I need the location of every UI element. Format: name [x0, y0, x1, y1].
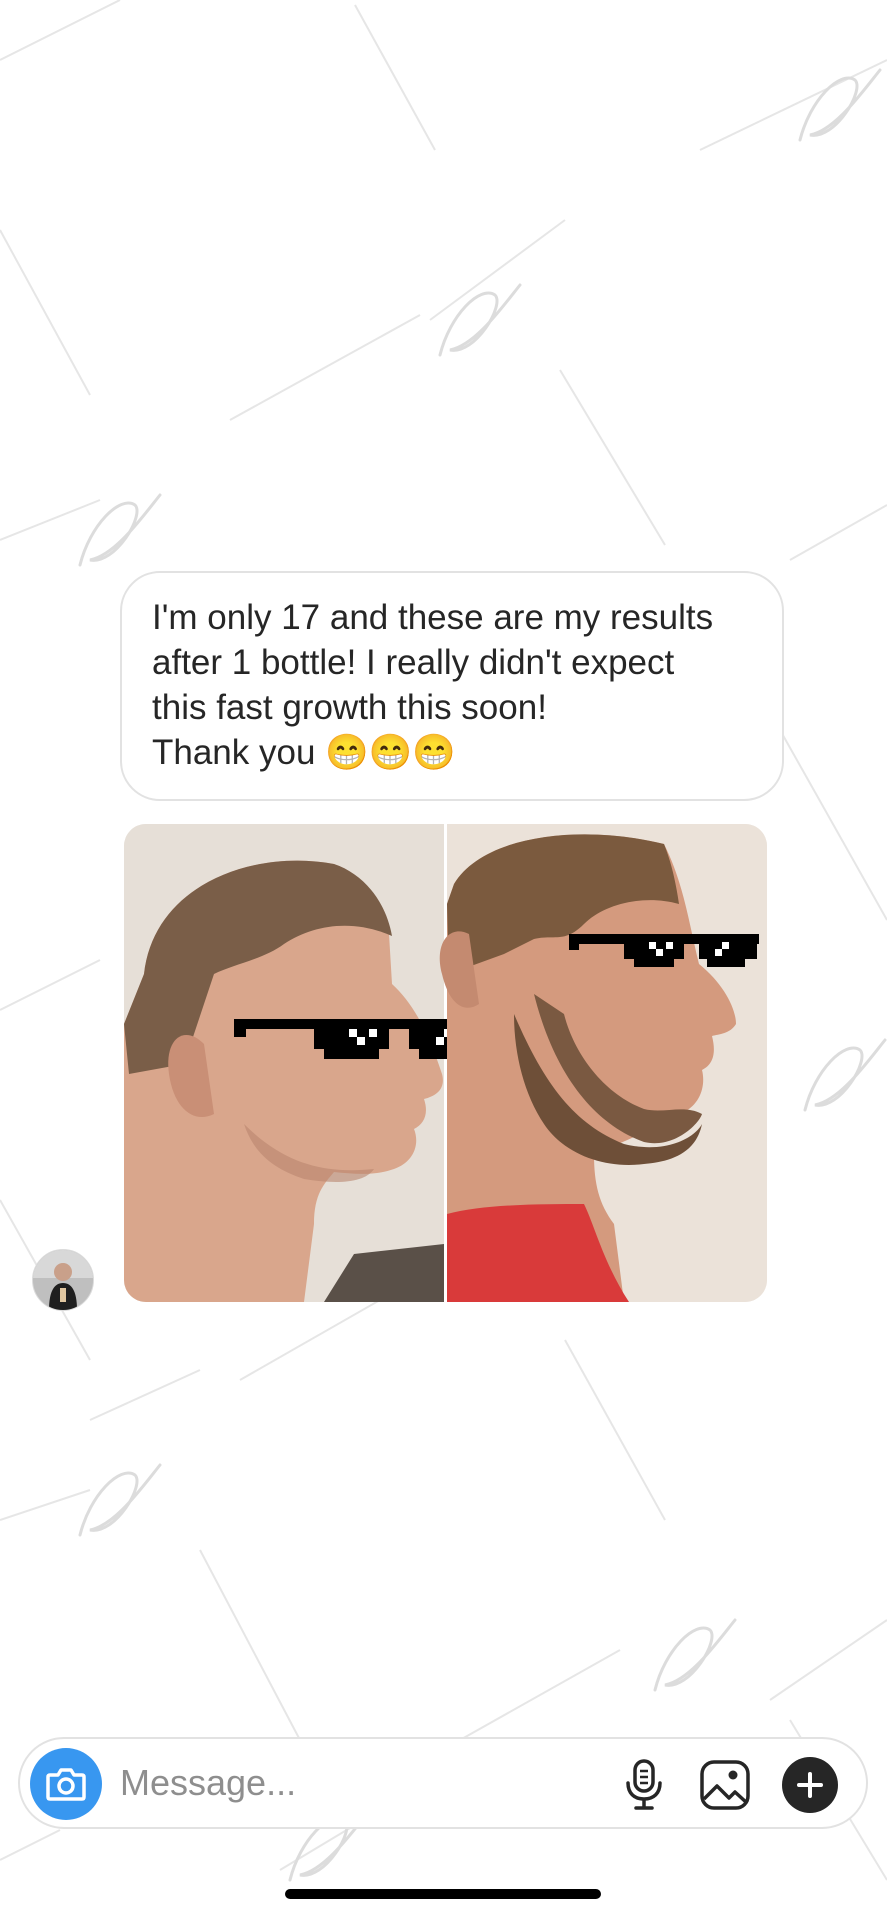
plus-icon: [797, 1772, 823, 1798]
message-bubble[interactable]: I'm only 17 and these are my results aft…: [120, 571, 784, 801]
profile-avatar-icon: [33, 1250, 93, 1310]
camera-button[interactable]: [30, 1748, 102, 1820]
message-thread: I'm only 17 and these are my results aft…: [0, 0, 887, 1720]
before-after-photo-icon: [124, 824, 767, 1302]
gallery-button[interactable]: [697, 1757, 753, 1813]
message-text: I'm only 17 and these are my results aft…: [152, 598, 714, 772]
microphone-button[interactable]: [616, 1757, 672, 1813]
sender-avatar[interactable]: [32, 1249, 94, 1311]
message-input[interactable]: [120, 1757, 600, 1809]
image-gallery-icon: [700, 1760, 750, 1810]
plus-button[interactable]: [782, 1757, 838, 1813]
home-indicator[interactable]: [285, 1889, 601, 1899]
microphone-icon: [626, 1759, 662, 1810]
chat-screen: I'm only 17 and these are my results aft…: [0, 0, 887, 1920]
message-composer: [18, 1737, 868, 1829]
camera-icon: [46, 1768, 86, 1801]
message-photo[interactable]: [124, 824, 767, 1302]
